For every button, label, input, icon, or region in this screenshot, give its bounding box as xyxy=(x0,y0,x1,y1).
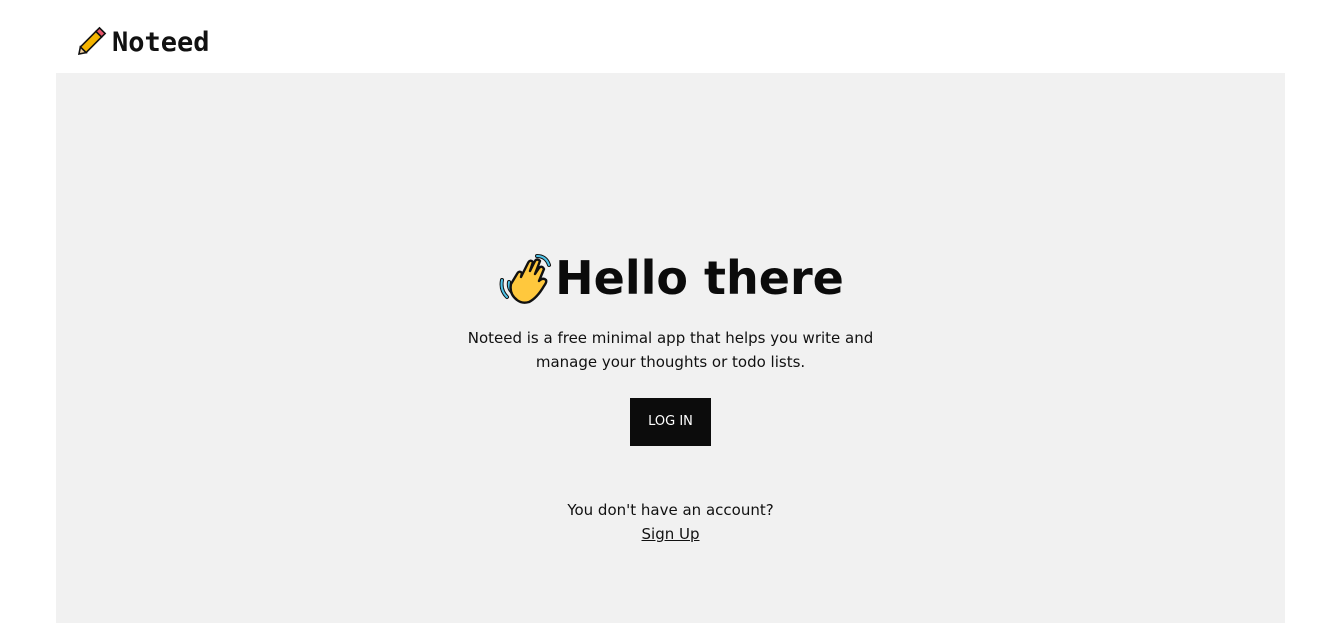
app-header: Noteed xyxy=(72,22,210,62)
hero-section: Hello there Noteed is a free minimal app… xyxy=(56,250,1285,546)
app-description: Noteed is a free minimal app that helps … xyxy=(467,329,874,371)
waving-hand-icon xyxy=(497,250,553,306)
account-prompt: You don't have an account? xyxy=(567,501,774,519)
title-row: Hello there xyxy=(56,250,1285,306)
signup-link[interactable]: Sign Up xyxy=(642,522,700,546)
login-button[interactable]: LOG IN xyxy=(630,398,711,446)
pencil-icon xyxy=(72,23,110,61)
app-name: Noteed xyxy=(112,26,210,58)
welcome-panel: Hello there Noteed is a free minimal app… xyxy=(56,73,1285,623)
page-title: Hello there xyxy=(555,251,844,305)
